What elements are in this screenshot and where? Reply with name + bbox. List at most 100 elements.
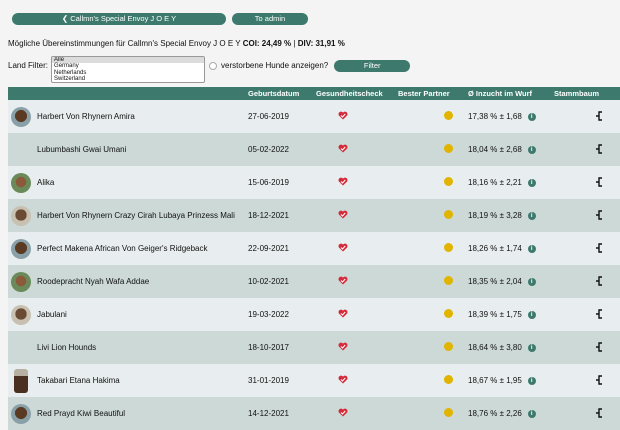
info-icon[interactable]: i <box>527 145 536 154</box>
info-icon[interactable]: i <box>527 343 536 352</box>
div-value: DIV: 31,91 % <box>297 39 345 48</box>
info-icon[interactable]: i <box>527 178 536 187</box>
info-icon[interactable]: i <box>527 277 536 286</box>
heart-check-icon[interactable] <box>338 111 348 122</box>
deceased-label: verstorbene Hunde anzeigen? <box>221 61 329 70</box>
inbreeding-cell: 17,38 % ± 1,68 i <box>468 100 554 133</box>
pedigree-icon[interactable] <box>596 176 604 189</box>
dog-avatar[interactable] <box>14 368 28 393</box>
best-partner-cell <box>398 199 468 232</box>
name-cell: Lubumbashi Gwai Umani <box>8 133 248 166</box>
info-icon[interactable]: i <box>527 211 536 220</box>
header-birthdate[interactable]: Geburtsdatum <box>248 87 316 100</box>
health-cell <box>316 298 398 331</box>
inbreeding-cell: 18,26 % ± 1,74 i <box>468 232 554 265</box>
header-best-partner[interactable]: Bester Partner <box>398 87 468 100</box>
pedigree-icon[interactable] <box>596 308 604 321</box>
dog-avatar[interactable] <box>11 205 31 226</box>
inbreeding-value: 18,26 % ± 1,74 <box>468 244 522 253</box>
info-icon[interactable]: i <box>527 376 536 385</box>
info-icon[interactable]: i <box>527 310 536 319</box>
pedigree-cell <box>554 100 620 133</box>
inbreeding-value: 18,16 % ± 2,21 <box>468 178 522 187</box>
table-row[interactable]: Roodepracht Nyah Wafa Addae 10-02-2021 18,… <box>8 265 620 298</box>
dog-avatar[interactable] <box>11 338 31 358</box>
table-row[interactable]: Harbert Von Rhynern Crazy Cirah Lubaya P… <box>8 199 620 232</box>
health-cell <box>316 232 398 265</box>
dog-avatar[interactable] <box>11 238 31 259</box>
inbreeding-cell: 18,64 % ± 3,80 i <box>468 331 554 364</box>
dog-avatar[interactable] <box>11 140 31 160</box>
pedigree-icon[interactable] <box>596 275 604 288</box>
heart-check-icon[interactable] <box>338 144 348 155</box>
pedigree-icon[interactable] <box>596 110 604 123</box>
dog-avatar[interactable] <box>11 271 31 292</box>
pedigree-cell <box>554 232 620 265</box>
land-option[interactable]: Switzerland <box>52 76 204 82</box>
table-row[interactable]: Perfect Makena African Von Geiger's Ridg… <box>8 232 620 265</box>
table-row[interactable]: Alika 15-06-2019 18,16 % ± 2,21 i <box>8 166 620 199</box>
pedigree-icon[interactable] <box>596 341 604 354</box>
deceased-checkbox[interactable] <box>209 62 218 70</box>
dog-avatar[interactable] <box>11 304 31 325</box>
heart-check-icon[interactable] <box>338 210 348 221</box>
pedigree-cell <box>554 298 620 331</box>
heart-check-icon[interactable] <box>338 342 348 353</box>
land-filter-listbox[interactable]: Alle Germany Netherlands Switzerland <box>51 56 206 83</box>
dog-name[interactable]: Perfect Makena African Von Geiger's Ridg… <box>37 244 208 253</box>
heart-check-icon[interactable] <box>338 309 348 320</box>
header-inbreeding[interactable]: Ø Inzucht im Wurf <box>468 87 554 100</box>
heart-check-icon[interactable] <box>338 177 348 188</box>
header-health[interactable]: Gesundheitscheck <box>316 87 398 100</box>
table-row[interactable]: Takabari Etana Hakima 31-01-2019 18,67 % ±… <box>8 364 620 397</box>
dog-name[interactable]: Roodepracht Nyah Wafa Addae <box>37 277 149 286</box>
table-header-row: Geburtsdatum Gesundheitscheck Bester Par… <box>8 87 620 100</box>
heart-check-icon[interactable] <box>338 276 348 287</box>
dog-name[interactable]: Lubumbashi Gwai Umani <box>37 145 126 154</box>
dog-name[interactable]: Jabulani <box>37 310 67 319</box>
info-icon[interactable]: i <box>527 112 536 121</box>
pedigree-icon[interactable] <box>596 374 604 387</box>
table-row[interactable]: Lubumbashi Gwai Umani 05-02-2022 18,04 % ±… <box>8 133 620 166</box>
heart-check-icon[interactable] <box>338 243 348 254</box>
best-partner-cell <box>398 166 468 199</box>
table-row[interactable]: Harbert Von Rhynern Amira 27-06-2019 17,38… <box>8 100 620 133</box>
info-icon[interactable]: i <box>527 244 536 253</box>
dog-name[interactable]: Harbert Von Rhynern Amira <box>37 112 135 121</box>
name-cell: Harbert Von Rhynern Amira <box>8 100 248 133</box>
health-cell <box>316 166 398 199</box>
best-partner-cell <box>398 331 468 364</box>
to-admin-button[interactable]: To admin <box>232 13 308 25</box>
pedigree-cell <box>554 166 620 199</box>
pedigree-icon[interactable] <box>596 209 604 222</box>
best-partner-cell <box>398 298 468 331</box>
pedigree-icon[interactable] <box>596 143 604 156</box>
yellow-dot-icon <box>444 177 453 186</box>
best-partner-cell <box>398 100 468 133</box>
dog-name[interactable]: Alika <box>37 178 54 187</box>
birthdate-cell: 22-09-2021 <box>248 244 289 253</box>
health-cell <box>316 199 398 232</box>
inbreeding-cell: 18,67 % ± 1,95 i <box>468 364 554 397</box>
heart-check-icon[interactable] <box>338 375 348 386</box>
summary-prefix: Mögliche Übereinstimmungen für Callmn's … <box>8 39 241 48</box>
back-to-dog-button[interactable]: ❮ Callmn's Special Envoy J O E Y <box>12 13 226 25</box>
header-pedigree[interactable]: Stammbaum <box>554 87 620 100</box>
inbreeding-cell: 18,16 % ± 2,21 i <box>468 166 554 199</box>
pedigree-icon[interactable] <box>596 407 604 420</box>
health-cell <box>316 265 398 298</box>
filter-button[interactable]: Filter <box>334 60 411 72</box>
dog-avatar[interactable] <box>11 172 31 193</box>
pedigree-icon[interactable] <box>596 242 604 255</box>
dog-name[interactable]: Livi Lion Hounds <box>37 343 96 352</box>
dog-avatar[interactable] <box>11 106 31 127</box>
matches-table: Geburtsdatum Gesundheitscheck Bester Par… <box>8 87 620 430</box>
dog-name[interactable]: Takabari Etana Hakima <box>37 376 120 385</box>
inbreeding-cell: 18,35 % ± 2,04 i <box>468 265 554 298</box>
dog-name[interactable]: Harbert Von Rhynern Crazy Cirah Lubaya P… <box>37 211 235 220</box>
table-row[interactable]: Jabulani 19-03-2022 18,39 % ± 1,75 i <box>8 298 620 331</box>
yellow-dot-icon <box>444 375 453 384</box>
back-button-label: Callmn's Special Envoy J O E Y <box>70 14 177 23</box>
filter-row: Land Filter: Alle Germany Netherlands Sw… <box>8 56 411 83</box>
table-row[interactable]: Livi Lion Hounds 18-10-2017 18,64 % ± 3,80… <box>8 331 620 364</box>
